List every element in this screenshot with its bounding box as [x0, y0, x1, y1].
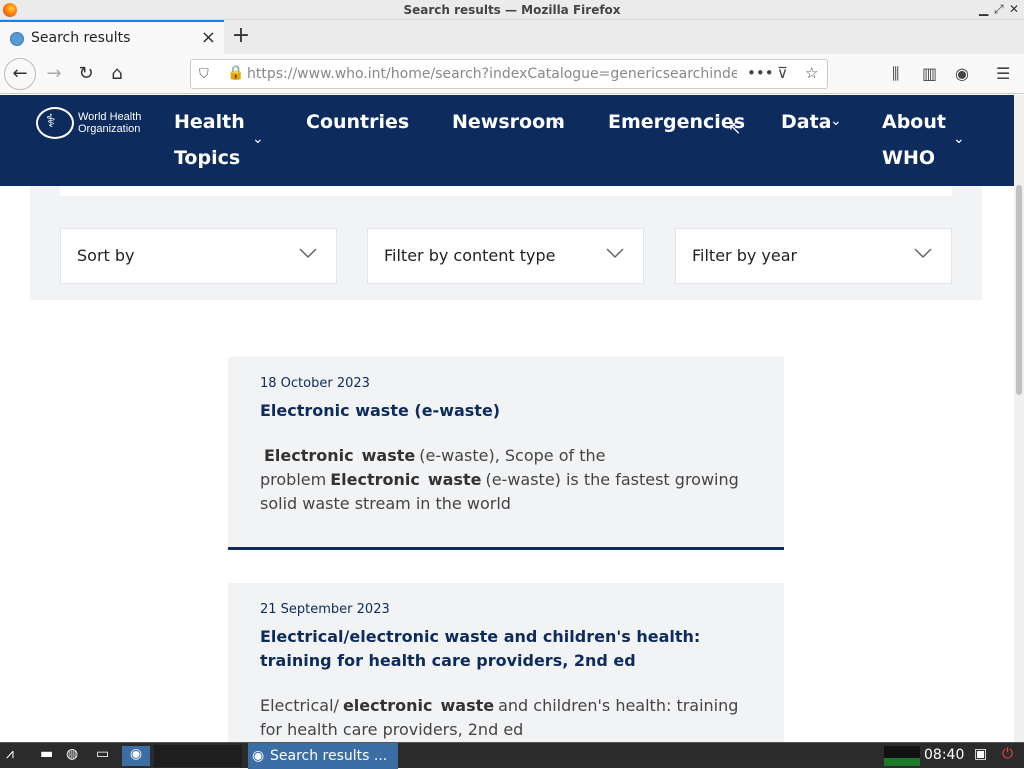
navigation-toolbar: ← → ↻ ⌂ ⛉ 🔒 https://www.who.int/home/sea…	[0, 54, 1024, 94]
pocket-icon[interactable]: ⊽	[777, 64, 788, 82]
minimize-icon[interactable]: ▁	[979, 2, 988, 16]
account-icon[interactable]: ◉	[955, 64, 969, 83]
browser-tab[interactable]: Search results ×	[0, 20, 224, 54]
workspace-switcher[interactable]	[154, 745, 242, 767]
window-titlebar: Search results — Mozilla Firefox ▁ ⤢ ✕	[0, 0, 1024, 20]
lock-icon[interactable]: 🔒	[227, 65, 244, 81]
who-emblem-icon	[36, 107, 74, 139]
nav-countries[interactable]: Countries	[306, 104, 409, 140]
chevron-down-icon	[606, 248, 624, 259]
result-title-link[interactable]: Electronic waste (e-waste)	[260, 399, 748, 423]
cpu-monitor-graph	[884, 746, 920, 766]
tracking-shield-icon[interactable]: ⛉	[199, 67, 209, 82]
result-description: Electrical/electronic waste and children's…	[260, 696, 739, 739]
user-icon[interactable]: ▣	[974, 746, 987, 766]
home-button[interactable]: ⌂	[103, 60, 131, 88]
chevron-down-icon: ⌄	[398, 113, 410, 129]
browser-launcher-icon[interactable]: ◍	[66, 746, 78, 766]
sidebar-icon[interactable]: ▥	[922, 64, 937, 83]
who-logo-text: World Health Organization	[78, 111, 142, 135]
chevron-down-icon: ⌄	[830, 113, 842, 129]
new-tab-button[interactable]: +	[230, 23, 252, 48]
chevron-down-icon: ⌄	[252, 131, 264, 147]
result-title-link[interactable]: Electrical/electronic waste and children…	[260, 625, 748, 673]
who-favicon-icon	[10, 32, 24, 46]
page-scrollbar[interactable]	[1014, 95, 1024, 742]
power-icon[interactable]: ⏻	[1002, 746, 1013, 766]
sort-by-dropdown[interactable]: Sort by	[60, 228, 337, 284]
maximize-icon[interactable]: ⤢	[994, 2, 1004, 17]
nav-newsroom[interactable]: Newsroom	[452, 104, 565, 140]
filter-panel: Sort by Filter by content type Filter by…	[30, 186, 982, 300]
nav-data[interactable]: Data	[781, 104, 832, 140]
page-actions-icon[interactable]: •••	[747, 64, 774, 82]
year-dropdown[interactable]: Filter by year	[675, 228, 952, 284]
tab-label: Search results	[31, 30, 131, 46]
clock: 08:40	[924, 747, 965, 763]
window-title: Search results — Mozilla Firefox	[403, 3, 621, 17]
chevron-down-icon: ⌄	[953, 131, 965, 147]
close-window-icon[interactable]: ✕	[1009, 2, 1019, 16]
taskbar-window-button[interactable]: ◉ Search results ...	[248, 743, 398, 769]
result-description: Electronic waste (e-waste), Scope of the p…	[260, 446, 739, 513]
reload-button[interactable]: ↻	[72, 60, 100, 88]
search-result-card[interactable]: 21 September 2023 Electrical/electronic …	[228, 583, 784, 742]
nav-emergencies[interactable]: Emergencies	[608, 104, 745, 140]
start-menu-icon[interactable]: ⩘	[6, 746, 14, 766]
result-date: 18 October 2023	[260, 376, 370, 391]
chevron-down-icon: ⌄	[554, 113, 566, 129]
back-button[interactable]: ←	[4, 58, 36, 90]
tab-strip: Search results × +	[0, 20, 1024, 54]
search-result-card[interactable]: 18 October 2023 Electronic waste (e-wast…	[228, 357, 784, 550]
library-icon[interactable]: ⫼	[892, 64, 899, 84]
web-page: World Health Organization Health Topics …	[0, 95, 1014, 742]
file-manager-icon[interactable]: ▭	[96, 746, 109, 766]
chevron-down-icon	[299, 248, 317, 259]
os-taskbar: ⩘ ▬ ◍ ▭ ◉ ◉ Search results ... 08:40 ▣ ⏻	[0, 742, 1024, 769]
mouse-cursor-icon: ↖	[728, 119, 742, 138]
bookmark-star-icon[interactable]: ☆	[805, 64, 818, 82]
nav-health-topics[interactable]: Health Topics	[174, 104, 245, 176]
nav-about-who[interactable]: About WHO	[882, 104, 946, 176]
result-date: 21 September 2023	[260, 602, 390, 617]
menu-icon[interactable]: ☰	[996, 64, 1010, 83]
who-logo[interactable]: World Health Organization	[36, 107, 141, 139]
firefox-icon: ◉	[252, 748, 265, 764]
chevron-down-icon	[914, 248, 932, 259]
address-bar[interactable]: ⛉ 🔒 https://www.who.int/home/search?inde…	[190, 59, 828, 89]
show-desktop-icon[interactable]: ▬	[40, 746, 53, 766]
scrollbar-thumb[interactable]	[1016, 185, 1022, 395]
url-text[interactable]: https://www.who.int/home/search?indexCat…	[247, 66, 737, 82]
search-box-bottom[interactable]	[60, 186, 952, 196]
firefox-launcher-icon[interactable]: ◉	[122, 746, 150, 766]
who-main-nav: World Health Organization Health Topics …	[0, 95, 1014, 186]
content-type-dropdown[interactable]: Filter by content type	[367, 228, 644, 284]
forward-button[interactable]: →	[40, 60, 68, 88]
close-tab-icon[interactable]: ×	[201, 27, 216, 48]
